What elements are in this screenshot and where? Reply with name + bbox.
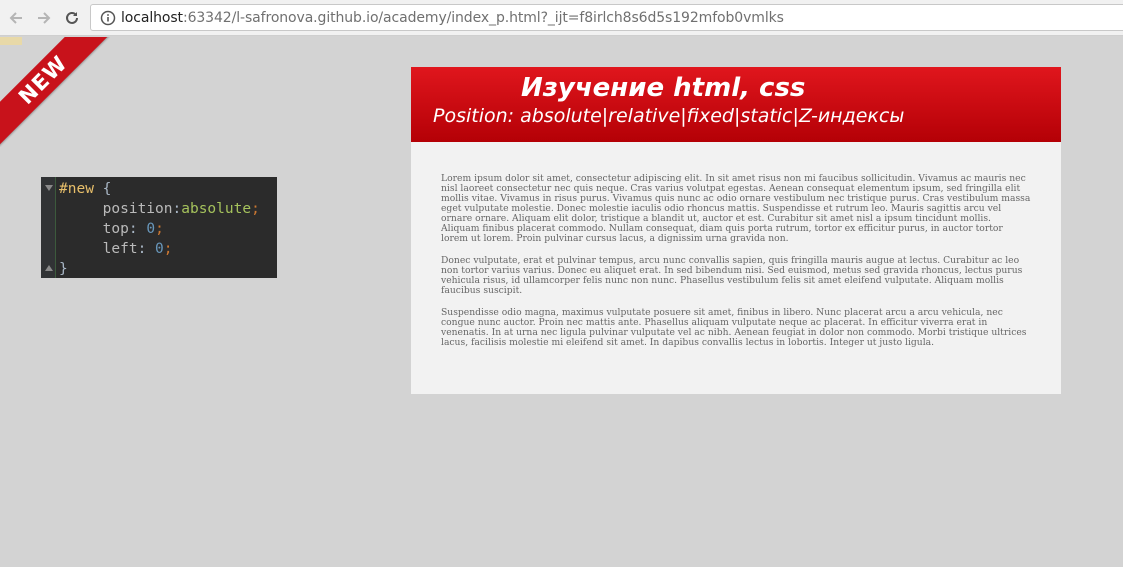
forward-arrow-icon[interactable] bbox=[34, 8, 54, 28]
page-title: Изучение html, css bbox=[521, 73, 806, 103]
address-bar[interactable]: localhost:63342/l-safronova.github.io/ac… bbox=[90, 4, 1123, 31]
css-value: absolute bbox=[181, 201, 252, 217]
article-body: Lorem ipsum dolor sit amet, consectetur … bbox=[441, 174, 1031, 360]
new-ribbon: NEW bbox=[0, 37, 110, 147]
url-path: :63342/l-safronova.github.io/academy/ind… bbox=[182, 10, 784, 26]
code-lines: #new { position:absolute; top: 0; left: … bbox=[59, 181, 260, 277]
code-gutter bbox=[41, 177, 56, 278]
paragraph: Donec vulputate, erat et pulvinar tempus… bbox=[441, 255, 1023, 296]
close-brace: } bbox=[59, 261, 68, 277]
ribbon-label: NEW bbox=[13, 50, 73, 110]
css-property: position bbox=[102, 201, 173, 217]
reload-icon[interactable] bbox=[62, 8, 82, 28]
css-value: 0 bbox=[155, 241, 164, 257]
fold-close-icon bbox=[45, 265, 53, 271]
paragraph: Lorem ipsum dolor sit amet, consectetur … bbox=[441, 173, 1031, 244]
css-selector: #new bbox=[59, 181, 94, 197]
browser-toolbar: localhost:63342/l-safronova.github.io/ac… bbox=[0, 0, 1123, 36]
css-property: left bbox=[102, 241, 138, 257]
open-brace: { bbox=[93, 181, 112, 197]
css-property: top bbox=[102, 221, 129, 237]
ribbon-fold bbox=[0, 37, 22, 45]
ribbon-band: NEW bbox=[0, 37, 110, 147]
article-card: Изучение html, css Position: absolute|re… bbox=[411, 67, 1061, 394]
page-subtitle: Position: absolute|relative|fixed|static… bbox=[433, 105, 905, 127]
css-value: 0 bbox=[146, 221, 156, 237]
paragraph: Suspendisse odio magna, maximus vulputat… bbox=[441, 307, 1027, 348]
url-text: localhost:63342/l-safronova.github.io/ac… bbox=[121, 10, 784, 26]
card-header: Изучение html, css Position: absolute|re… bbox=[411, 67, 1061, 142]
back-arrow-icon[interactable] bbox=[6, 8, 26, 28]
fold-open-icon bbox=[45, 185, 53, 191]
url-host: localhost bbox=[121, 10, 183, 26]
info-icon[interactable] bbox=[100, 10, 116, 26]
code-snippet: #new { position:absolute; top: 0; left: … bbox=[41, 177, 277, 278]
